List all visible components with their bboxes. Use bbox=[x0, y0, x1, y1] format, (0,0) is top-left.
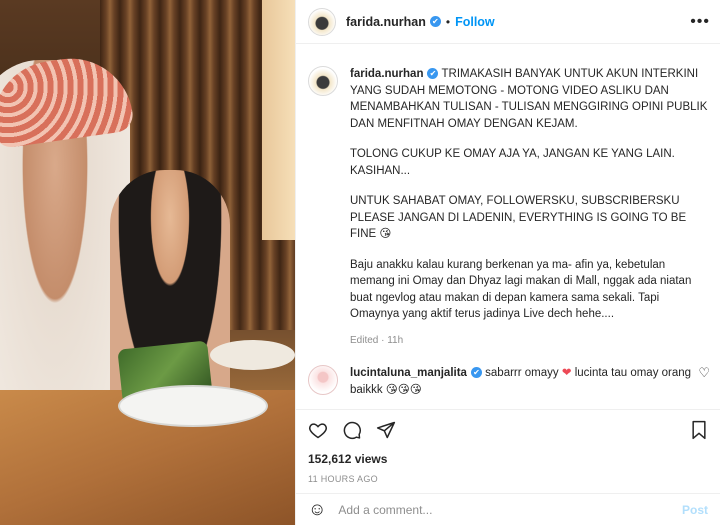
post-timestamp[interactable]: 11 HOURS AGO bbox=[308, 474, 708, 484]
background-light bbox=[262, 0, 295, 240]
caption-paragraph-2: TOLONG CUKUP KE OMAY AJA YA, JANGAN KE Y… bbox=[350, 148, 675, 177]
heart-icon[interactable] bbox=[308, 420, 328, 445]
share-icon[interactable] bbox=[376, 420, 396, 445]
verified-badge-icon: ✔ bbox=[427, 68, 439, 80]
comment-icon[interactable] bbox=[342, 420, 362, 445]
caption-paragraph-4: Baju anakku kalau kurang berkenan ya ma-… bbox=[350, 258, 692, 321]
food-plate bbox=[118, 385, 268, 427]
caption-username[interactable]: farida.nurhan bbox=[350, 68, 423, 80]
emoji-icon[interactable]: ☺ bbox=[308, 499, 326, 520]
food-plate-back bbox=[210, 340, 295, 370]
comment-username[interactable]: lucintaluna_manjalita bbox=[350, 367, 467, 379]
comment-input[interactable] bbox=[338, 502, 682, 517]
post-header: farida.nurhan ✔ • Follow ••• bbox=[296, 0, 720, 44]
add-comment-bar: ☺ Post bbox=[296, 493, 720, 525]
comments-section: farida.nurhan ✔ TRIMAKASIH BANYAK UNTUK A… bbox=[296, 44, 720, 409]
like-comment-heart-icon[interactable]: ♡ bbox=[698, 365, 710, 381]
avatar[interactable] bbox=[308, 7, 336, 36]
caption: farida.nurhan ✔ TRIMAKASIH BANYAK UNTUK A… bbox=[308, 66, 710, 349]
caption-body: farida.nurhan ✔ TRIMAKASIH BANYAK UNTUK A… bbox=[350, 66, 710, 349]
follow-button[interactable]: Follow bbox=[455, 15, 495, 29]
verified-badge-icon: ✔ bbox=[470, 367, 482, 379]
more-options-icon[interactable]: ••• bbox=[690, 13, 710, 31]
post-button[interactable]: Post bbox=[682, 503, 708, 517]
verified-badge-icon: ✔ bbox=[429, 16, 441, 27]
separator: • bbox=[445, 14, 451, 29]
post-video[interactable] bbox=[0, 0, 295, 525]
avatar[interactable] bbox=[308, 66, 338, 96]
instagram-post: farida.nurhan ✔ • Follow ••• farida.nurh… bbox=[0, 0, 720, 525]
comment-text-1: sabarrr omayy bbox=[485, 367, 559, 379]
post-sidebar: farida.nurhan ✔ • Follow ••• farida.nurh… bbox=[295, 0, 720, 525]
edited-timestamp: Edited · 11h bbox=[350, 334, 404, 346]
action-icons bbox=[308, 418, 708, 446]
header-username[interactable]: farida.nurhan bbox=[346, 15, 426, 29]
comment-body: lucintaluna_manjalita ✔ sabarrr omayy ❤ l… bbox=[350, 365, 698, 398]
bookmark-icon[interactable] bbox=[690, 420, 708, 445]
red-heart-emoji: ❤ bbox=[561, 367, 572, 379]
view-count[interactable]: 152,612 views bbox=[308, 452, 708, 466]
comment-item: lucintaluna_manjalita ✔ sabarrr omayy ❤ l… bbox=[308, 365, 710, 398]
caption-paragraph-3: UNTUK SAHABAT OMAY, FOLLOWERSKU, SUBSCRI… bbox=[350, 195, 687, 240]
action-bar: 152,612 views 11 HOURS AGO bbox=[296, 409, 720, 493]
commenter-avatar[interactable] bbox=[308, 365, 338, 395]
